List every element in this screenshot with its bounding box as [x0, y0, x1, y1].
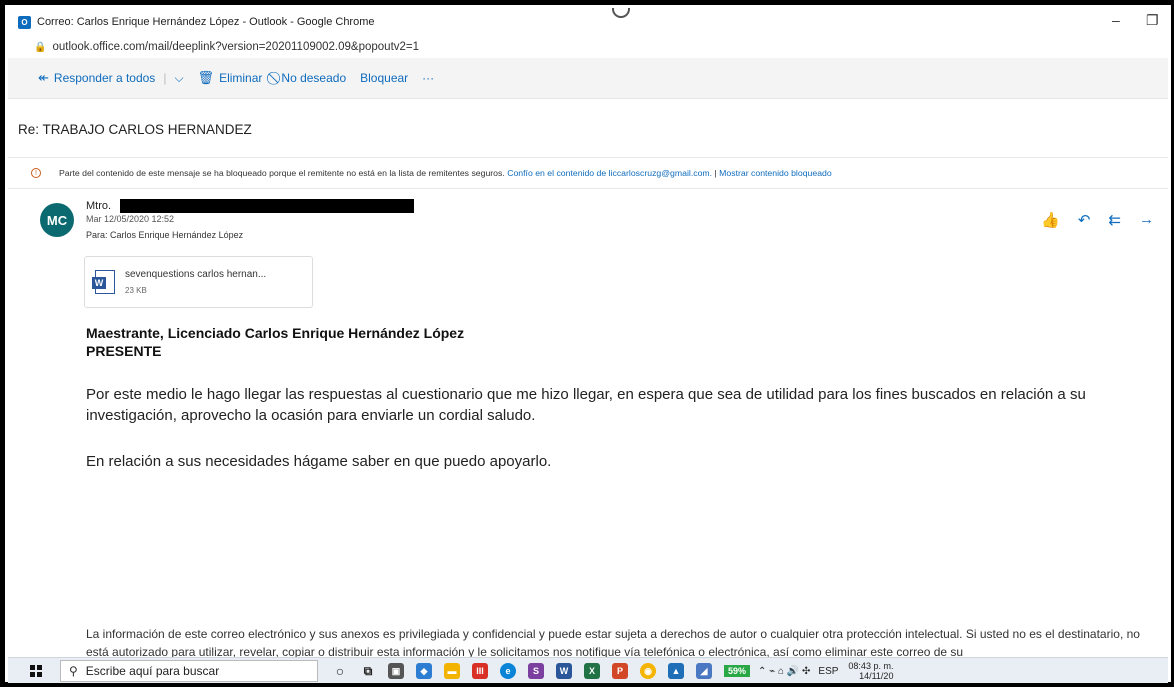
redaction-bar: [120, 199, 414, 213]
search-placeholder: Escribe aquí para buscar: [85, 664, 220, 678]
message-actions: 👍 ↶ ⇇ →: [1041, 211, 1154, 229]
reply-all-icon: ↞: [38, 70, 49, 85]
command-toolbar: ↞ Responder a todos | ⌵ 🗑 Eliminar ⃠ No …: [8, 58, 1168, 99]
attachment-card[interactable]: W sevenquestions carlos hernan... 23 KB: [84, 256, 313, 308]
battery-indicator[interactable]: 59%: [724, 665, 751, 677]
title-bar: O Correo: Carlos Enrique Hernández López…: [8, 8, 1168, 36]
folder-icon[interactable]: ▬: [444, 663, 460, 679]
chevron-down-icon[interactable]: ⌵: [174, 71, 183, 86]
taskbar-search[interactable]: ⚲ Escribe aquí para buscar: [60, 660, 318, 682]
attachment-size: 23 KB: [125, 286, 147, 295]
forward-icon[interactable]: →: [1139, 211, 1154, 229]
email-recipient: Para: Carlos Enrique Hernández López: [86, 230, 244, 240]
junk-label: No deseado: [281, 71, 347, 85]
windows-taskbar: ⚲ Escribe aquí para buscar ○ ⧉ ▣ ◆ ▬ III…: [8, 657, 1168, 683]
toolbar-separator: |: [163, 71, 167, 85]
trash-icon: 🗑: [197, 70, 215, 85]
word-icon[interactable]: W: [556, 663, 572, 679]
greeting: Maestrante, Licenciado Carlos Enrique He…: [86, 324, 464, 360]
taskbar-apps: ○ ⧉ ▣ ◆ ▬ III e S W X P ◉ ▲ ◢ 59%: [332, 663, 751, 679]
show-blocked-link[interactable]: Mostrar contenido bloqueado: [719, 168, 832, 178]
chrome-icon[interactable]: ◉: [640, 663, 656, 679]
url-text: outlook.office.com/mail/deeplink?version…: [52, 41, 420, 53]
trust-sender-link[interactable]: Confío en el contenido de liccarloscruzg…: [507, 168, 712, 178]
block-button[interactable]: Bloquear: [360, 71, 408, 85]
minimize-icon[interactable]: –: [1112, 12, 1120, 28]
blocked-content-banner: ! Parte del contenido de este mensaje se…: [8, 157, 1168, 189]
greeting-line-2: PRESENTE: [86, 343, 162, 359]
window-title: Correo: Carlos Enrique Hernández López -…: [37, 16, 375, 28]
avatar: MC: [40, 203, 74, 237]
app-icon-1[interactable]: ◆: [416, 663, 432, 679]
reply-all-icon[interactable]: ⇇: [1108, 211, 1121, 229]
confidentiality-footer: La información de este correo electrónic…: [86, 627, 1140, 659]
language-indicator[interactable]: ESP: [818, 666, 838, 677]
email-subject: Re: TRABAJO CARLOS HERNANDEZ: [18, 122, 252, 137]
body-paragraph-1: Por este medio le hago llegar las respue…: [86, 386, 1086, 424]
cortana-icon[interactable]: ○: [332, 663, 348, 679]
attachment-name: sevenquestions carlos hernan...: [125, 269, 267, 280]
maximize-icon[interactable]: ❐: [1146, 12, 1159, 29]
like-icon[interactable]: 👍: [1041, 211, 1060, 229]
sender-name: Mtro.: [86, 200, 112, 212]
system-tray-icons[interactable]: ⌃ ⌁ ⌂ 🔊 ✣: [758, 666, 810, 677]
block-label: Bloquear: [360, 71, 409, 85]
outlook-icon: O: [18, 15, 31, 29]
powerpoint-icon[interactable]: P: [612, 663, 628, 679]
reply-icon[interactable]: ↶: [1078, 211, 1091, 229]
delete-label: Eliminar: [219, 71, 263, 85]
excel-icon[interactable]: X: [584, 663, 600, 679]
greeting-line-1: Maestrante, Licenciado Carlos Enrique He…: [86, 325, 465, 341]
delete-button[interactable]: 🗑 Eliminar: [198, 70, 263, 86]
app-icon-2[interactable]: III: [472, 663, 488, 679]
clock-date: 14/11/20: [859, 671, 894, 681]
more-icon: ···: [422, 71, 435, 85]
email-date: Mar 12/05/2020 12:52: [86, 214, 175, 224]
address-bar[interactable]: 🔒 outlook.office.com/mail/deeplink?versi…: [8, 36, 1168, 58]
task-view-icon[interactable]: ⧉: [360, 663, 376, 679]
app-icon-4[interactable]: ◢: [696, 663, 712, 679]
edge-icon[interactable]: e: [500, 663, 516, 679]
more-button[interactable]: ···: [422, 71, 434, 85]
junk-button[interactable]: ⃠ No deseado: [276, 70, 346, 86]
search-icon: ⚲: [69, 664, 78, 678]
lock-icon: 🔒: [34, 41, 47, 53]
warning-text: Parte del contenido de este mensaje se h…: [59, 168, 505, 178]
photos-icon[interactable]: ▲: [668, 663, 684, 679]
warning-icon: !: [31, 168, 41, 178]
store-icon[interactable]: ▣: [388, 663, 404, 679]
clock[interactable]: 08:43 p. m. 14/11/20: [848, 661, 893, 681]
clock-time: 08:43 p. m.: [848, 661, 894, 671]
reply-all-label: Responder a todos: [53, 71, 156, 85]
app-icon-3[interactable]: S: [528, 663, 544, 679]
windows-start-icon[interactable]: [30, 665, 42, 677]
body-paragraph-2: En relación a sus necesidades hágame sab…: [86, 453, 552, 470]
reply-all-button[interactable]: ↞ Responder a todos: [38, 70, 155, 86]
browser-window: O Correo: Carlos Enrique Hernández López…: [8, 8, 1168, 683]
word-document-icon: W: [92, 270, 115, 294]
